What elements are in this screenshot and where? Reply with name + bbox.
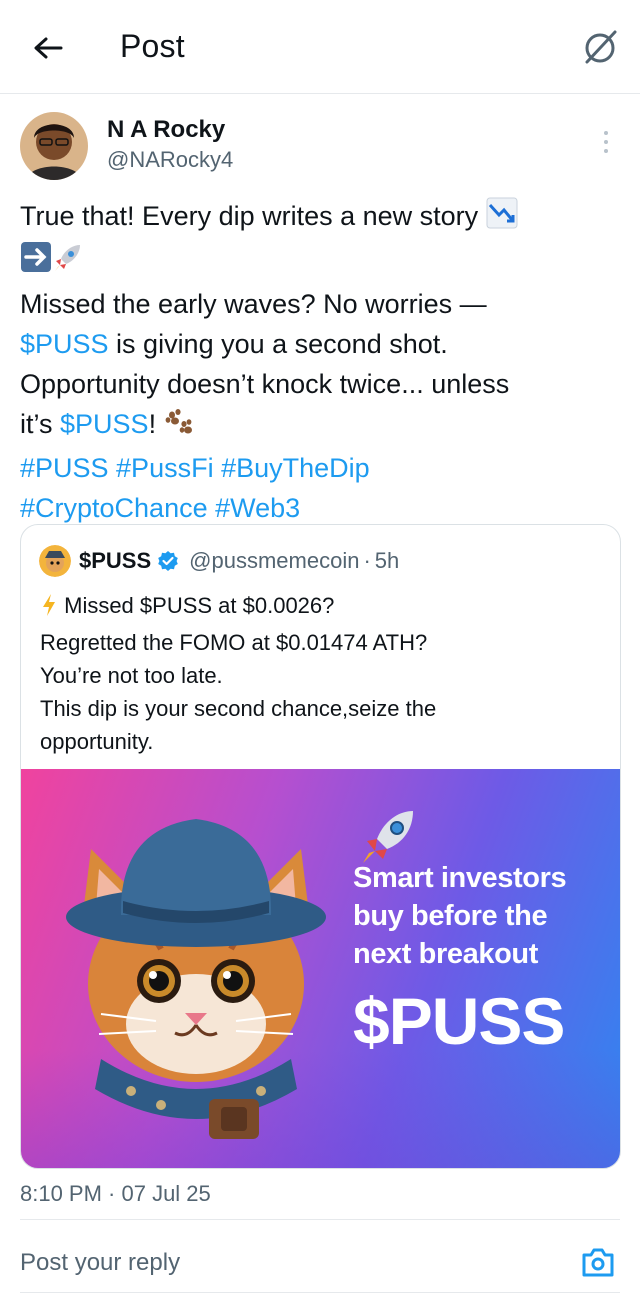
grok-button[interactable] — [576, 22, 626, 72]
top-bar: Post — [0, 0, 640, 94]
post-text: True that! Every dip writes a new story … — [20, 196, 620, 528]
quoted-media-image[interactable]: Smart investors buy before the next brea… — [21, 769, 620, 1168]
arrow-left-icon — [34, 37, 63, 59]
post-line: True that! Every dip writes a new story — [20, 196, 620, 240]
lightning-icon — [40, 593, 58, 626]
post-timestamp[interactable]: 8:10 PM · 07 Jul 25 — [20, 1181, 211, 1207]
quoted-line: You’re not too late. — [40, 663, 223, 688]
chart-decreasing-icon — [486, 197, 518, 240]
quoted-post-text: Missed $PUSS at $0.0026? Regretted the F… — [40, 589, 610, 758]
paw-prints-icon — [164, 407, 194, 448]
rocket-icon — [363, 811, 413, 863]
cashtag-link[interactable]: $PUSS — [20, 329, 109, 359]
rocket-icon — [52, 241, 84, 284]
reply-input[interactable] — [20, 1244, 540, 1282]
author-handle[interactable]: @NARocky4 — [107, 147, 233, 173]
divider — [20, 1219, 620, 1220]
arrow-right-icon — [20, 241, 52, 284]
camera-icon — [582, 1248, 614, 1277]
grok-icon — [585, 30, 617, 64]
dot-icon — [604, 140, 608, 144]
author-name[interactable]: N A Rocky — [107, 116, 225, 144]
cashtag-link[interactable]: $PUSS — [60, 409, 149, 439]
quoted-post[interactable]: $PUSS @pussmemecoin · 5h Missed $PUSS at… — [20, 524, 621, 1169]
hashtags-link[interactable]: #PUSS #PussFi #BuyTheDip — [20, 448, 620, 488]
verified-badge-icon — [157, 550, 179, 572]
quoted-author-name[interactable]: $PUSS — [79, 548, 151, 574]
quoted-post-time[interactable]: 5h — [375, 548, 399, 574]
dot-icon — [604, 131, 608, 135]
camera-button[interactable] — [580, 1244, 616, 1280]
separator-dot: · — [363, 548, 371, 573]
post-line — [20, 240, 620, 284]
post-line: Missed the early waves? No worries — — [20, 289, 487, 319]
media-headline: Smart investors buy before the next brea… — [353, 862, 567, 970]
media-ticker: $PUSS — [353, 984, 565, 1058]
cat-mascot-illustration — [66, 819, 326, 1139]
dot-icon — [604, 149, 608, 153]
quoted-post-header: $PUSS @pussmemecoin · 5h — [39, 545, 399, 577]
quoted-avatar[interactable] — [39, 545, 71, 577]
back-button[interactable] — [22, 22, 74, 74]
hashtags-link[interactable]: #CryptoChance #Web3 — [20, 488, 620, 528]
quoted-line: opportunity. — [40, 729, 154, 754]
quoted-author-handle[interactable]: @pussmemecoin — [189, 548, 359, 574]
quoted-line: Regretted the FOMO at $0.01474 ATH? — [40, 630, 428, 655]
post-line: Opportunity doesn’t knock twice... unles… — [20, 369, 510, 399]
post-line: $PUSS is giving you a second shot. — [20, 329, 448, 359]
quoted-line: This dip is your second chance,seize the — [40, 696, 437, 721]
divider — [20, 1292, 620, 1293]
page-title: Post — [120, 28, 185, 64]
quoted-line: Missed $PUSS at $0.0026? — [40, 589, 610, 626]
post-line: it’s $PUSS! — [20, 404, 620, 448]
author-avatar[interactable] — [20, 112, 88, 180]
more-options-button[interactable] — [592, 124, 620, 160]
